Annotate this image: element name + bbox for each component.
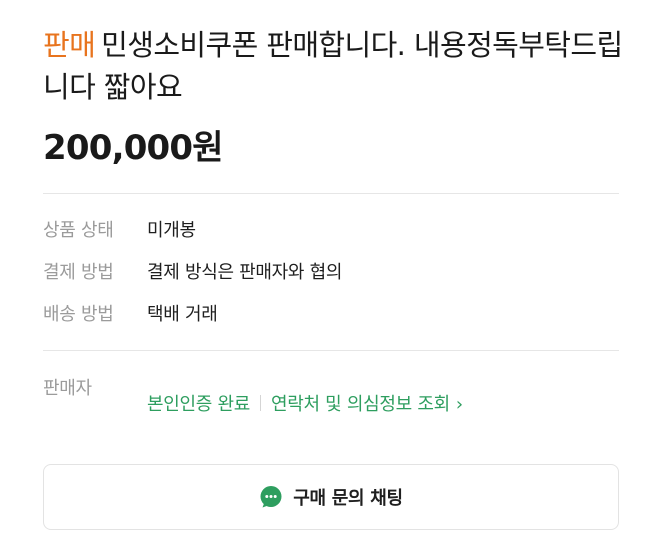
divider	[43, 350, 619, 351]
purchase-chat-label: 구매 문의 채팅	[293, 488, 403, 509]
listing-title-text: 민생소비쿠폰 판매합니다. 내용정독부탁드립니다 짧아요	[43, 28, 623, 104]
verified-status: 본인인증 완료	[147, 394, 250, 415]
listing-title: 판매 민생소비쿠폰 판매합니다. 내용정독부탁드립니다 짧아요	[43, 24, 623, 108]
chat-bubble-icon	[260, 486, 282, 508]
detail-value: 미개봉	[147, 220, 196, 241]
seller-info: 본인인증 완료 연락처 및 의심정보 조회 ›	[147, 390, 463, 416]
chevron-right-icon: ›	[455, 394, 463, 415]
detail-row-payment: 결제 방법 결제 방식은 판매자와 협의	[43, 260, 342, 286]
detail-label: 배송 방법	[43, 304, 114, 325]
purchase-chat-button[interactable]: 구매 문의 채팅	[43, 464, 619, 530]
separator	[259, 395, 261, 411]
detail-row-condition: 상품 상태 미개봉	[43, 218, 196, 244]
detail-label: 결제 방법	[43, 262, 114, 283]
detail-row-shipping: 배송 방법 택배 거래	[43, 302, 218, 328]
listing-price: 200,000원	[43, 128, 224, 168]
sale-tag: 판매	[43, 28, 96, 62]
divider	[43, 193, 619, 194]
detail-value: 결제 방식은 판매자와 협의	[147, 262, 343, 283]
detail-label: 상품 상태	[43, 220, 114, 241]
contact-lookup-link[interactable]: 연락처 및 의심정보 조회 ›	[271, 390, 463, 416]
detail-value: 택배 거래	[147, 304, 218, 325]
seller-label: 판매자	[43, 378, 92, 399]
contact-lookup-label: 연락처 및 의심정보 조회	[270, 394, 450, 415]
